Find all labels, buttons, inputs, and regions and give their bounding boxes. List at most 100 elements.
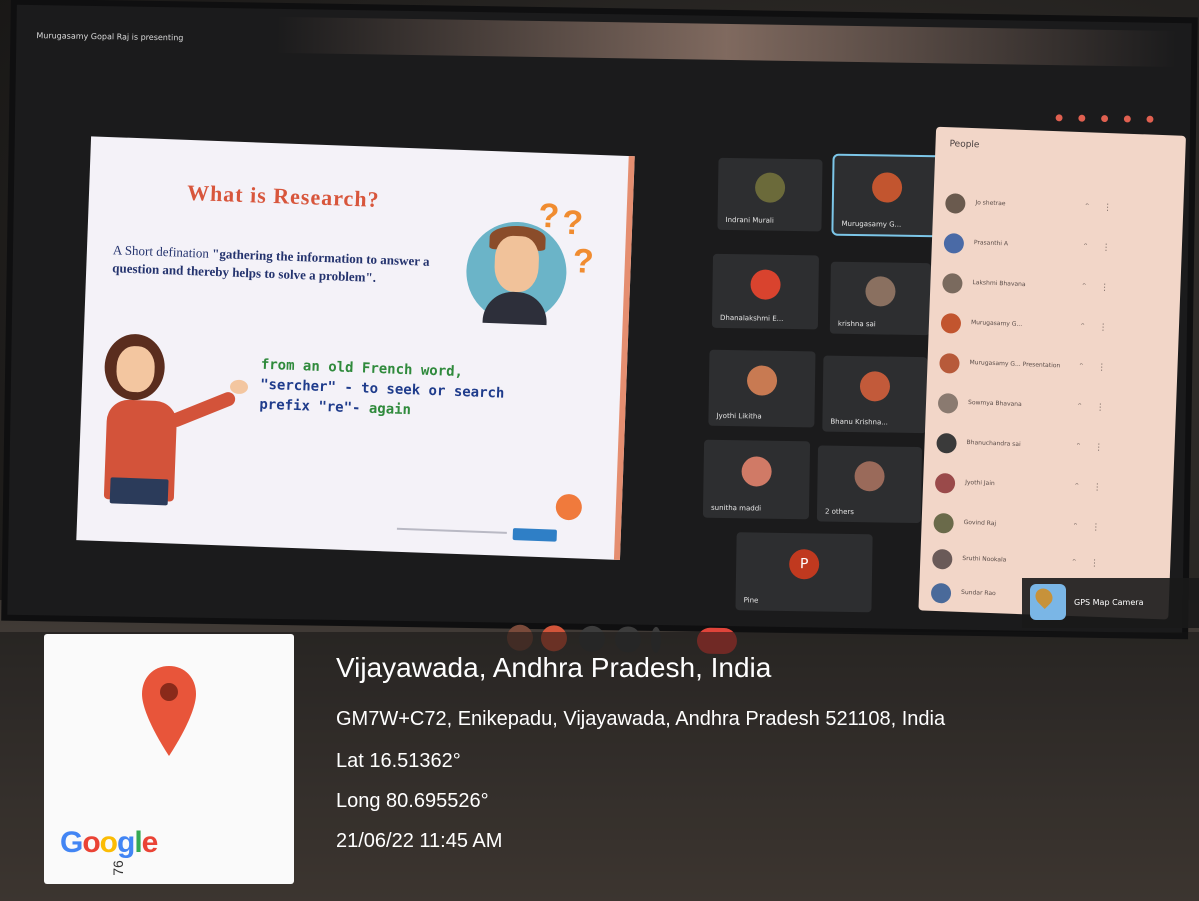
avatar <box>942 273 963 294</box>
avatar <box>854 461 885 492</box>
avatar-initial: P <box>788 549 820 580</box>
avatar <box>750 268 781 300</box>
boy-face <box>493 235 540 293</box>
participant-name: Dhanalakshmi E... <box>719 313 784 323</box>
presentation-slide: What is Research? A Short defination "ga… <box>76 136 635 561</box>
avatar <box>754 172 786 203</box>
avatar <box>865 275 896 307</box>
person-actions-icons[interactable]: ᵔ⋮ <box>1078 402 1119 413</box>
person-actions-icons[interactable]: ᵔ⋮ <box>1079 362 1120 373</box>
participant-tile[interactable]: P Pine <box>735 532 873 613</box>
question-mark-icon: ? <box>572 242 595 281</box>
people-row[interactable]: Jyothi Jain ᵔ⋮ <box>934 472 1164 501</box>
slide-button[interactable] <box>512 528 557 542</box>
people-row[interactable]: Lakshmi Bhavana ᵔ⋮ <box>942 273 1171 301</box>
participant-tile[interactable]: 2 others <box>816 445 923 524</box>
location-latitude: Lat 16.51362° <box>336 750 461 772</box>
person-name: Prasanthi A <box>973 239 1009 248</box>
again-text: again <box>368 400 412 419</box>
girl-hand <box>229 379 249 395</box>
monitor-screen: Murugasamy Gopal Raj is presenting ● ● ●… <box>7 4 1192 655</box>
participant-name: Jyothi Likitha <box>716 411 762 421</box>
map-pin-icon <box>142 666 196 756</box>
avatar <box>930 582 952 604</box>
question-mark-icon: ? <box>537 196 560 236</box>
avatar <box>746 365 778 397</box>
gps-app-label: GPS Map Camera <box>1074 598 1144 607</box>
people-panel: People Jo shetrae ᵔ⋮ Prasanthi A ᵔ⋮ Lakshm… <box>918 126 1186 620</box>
location-city: Vijayawada, Andhra Pradesh, India <box>336 652 772 683</box>
participant-name: 2 others <box>824 507 855 517</box>
map-number: 76 <box>109 860 126 876</box>
map-thumbnail: Google 76 <box>44 634 294 884</box>
people-row[interactable]: Bhanuchandra sai ᵔ⋮ <box>936 432 1165 461</box>
avatar <box>933 512 954 534</box>
prefix-text: prefix "re"- <box>259 396 370 417</box>
people-row[interactable]: Murugasamy G... Presentation ᵔ⋮ <box>939 352 1168 381</box>
person-name: Sowmya Bhavana <box>967 399 1022 409</box>
people-title: People <box>949 139 980 151</box>
person-name: Sruthi Nookala <box>962 554 1007 564</box>
location-address: GM7W+C72, Enikepadu, Vijayawada, Andhra … <box>336 708 946 730</box>
avatar <box>934 472 956 494</box>
avatar <box>741 456 772 487</box>
person-actions-icons[interactable]: ᵔ⋮ <box>1085 202 1126 213</box>
avatar <box>931 548 953 570</box>
avatar <box>937 392 959 414</box>
person-actions-icons[interactable]: ᵔ⋮ <box>1084 242 1125 253</box>
participant-name: sunitha maddi <box>710 503 762 513</box>
person-name: Sundar Rao <box>960 588 996 598</box>
question-mark-icon: ? <box>561 203 584 243</box>
people-row[interactable]: Govind Raj ᵔ⋮ <box>933 512 1162 541</box>
participant-name: Indrani Murali <box>725 215 774 225</box>
girl-arm <box>167 390 238 430</box>
participant-tile[interactable]: Bhanu Krishna... <box>822 355 928 434</box>
people-row[interactable]: Jo shetrae ᵔ⋮ <box>944 193 1174 221</box>
avatar <box>943 233 965 254</box>
participant-tile[interactable]: Jyothi Likitha <box>708 349 816 428</box>
person-actions-icons[interactable]: ᵔ⋮ <box>1076 442 1117 453</box>
participant-tile[interactable]: krishna sai <box>829 261 931 336</box>
person-actions-icons[interactable]: ᵔ⋮ <box>1072 558 1113 569</box>
slide-footer-line <box>396 527 507 534</box>
participant-name: krishna sai <box>837 319 876 329</box>
definition-intro: A Short defination <box>112 242 213 261</box>
person-name: Govind Raj <box>963 518 997 528</box>
avatar <box>859 371 891 402</box>
person-actions-icons[interactable]: ᵔ⋮ <box>1073 522 1114 533</box>
person-name: Murugasamy G... Presentation <box>969 359 1061 370</box>
participant-tile[interactable]: sunitha maddi <box>702 439 811 520</box>
slide-orange-dot <box>555 493 583 521</box>
people-row[interactable]: Sruthi Nookala ᵔ⋮ <box>931 548 1161 577</box>
google-logo: Google <box>60 826 158 859</box>
avatar <box>944 193 966 214</box>
window-controls-icons[interactable]: ● ● ● ● ● <box>1055 113 1160 125</box>
participant-tile[interactable]: Dhanalakshmi E... <box>711 253 820 330</box>
screen-glare <box>276 16 1177 68</box>
avatar <box>940 313 962 334</box>
participant-name: Bhanu Krishna... <box>830 417 889 427</box>
people-row[interactable]: Sowmya Bhavana ᵔ⋮ <box>937 392 1167 421</box>
presenting-banner: Murugasamy Gopal Raj is presenting <box>36 31 184 43</box>
participant-tile[interactable]: Indrani Murali <box>717 157 823 232</box>
person-actions-icons[interactable]: ᵔ⋮ <box>1081 322 1122 333</box>
girl-skirt <box>109 477 169 506</box>
people-row[interactable]: Prasanthi A ᵔ⋮ <box>943 233 1173 261</box>
person-actions-icons[interactable]: ᵔ⋮ <box>1075 482 1116 493</box>
person-name: Lakshmi Bhavana <box>972 279 1026 289</box>
slide-title: What is Research? <box>186 179 381 212</box>
participant-name: Murugasamy G... <box>841 219 902 229</box>
participant-name: Pine <box>743 596 759 605</box>
slide-definition: A Short defination "gathering the inform… <box>112 241 473 290</box>
camera-photo: Murugasamy Gopal Raj is presenting ● ● ●… <box>0 0 1199 901</box>
location-datetime: 21/06/22 11:45 AM <box>336 830 503 852</box>
slide-french-text: from an old French word, "sercher" - to … <box>259 355 561 426</box>
avatar <box>936 432 957 454</box>
people-row[interactable]: Murugasamy G... ᵔ⋮ <box>940 313 1170 341</box>
girl-face <box>115 345 156 393</box>
person-actions-icons[interactable]: ᵔ⋮ <box>1082 282 1123 293</box>
participant-tile[interactable]: Murugasamy G... <box>833 155 941 236</box>
location-longitude: Long 80.695526° <box>336 790 489 812</box>
gps-app-badge: GPS Map Camera <box>1022 578 1199 628</box>
person-name: Murugasamy G... <box>970 319 1023 328</box>
